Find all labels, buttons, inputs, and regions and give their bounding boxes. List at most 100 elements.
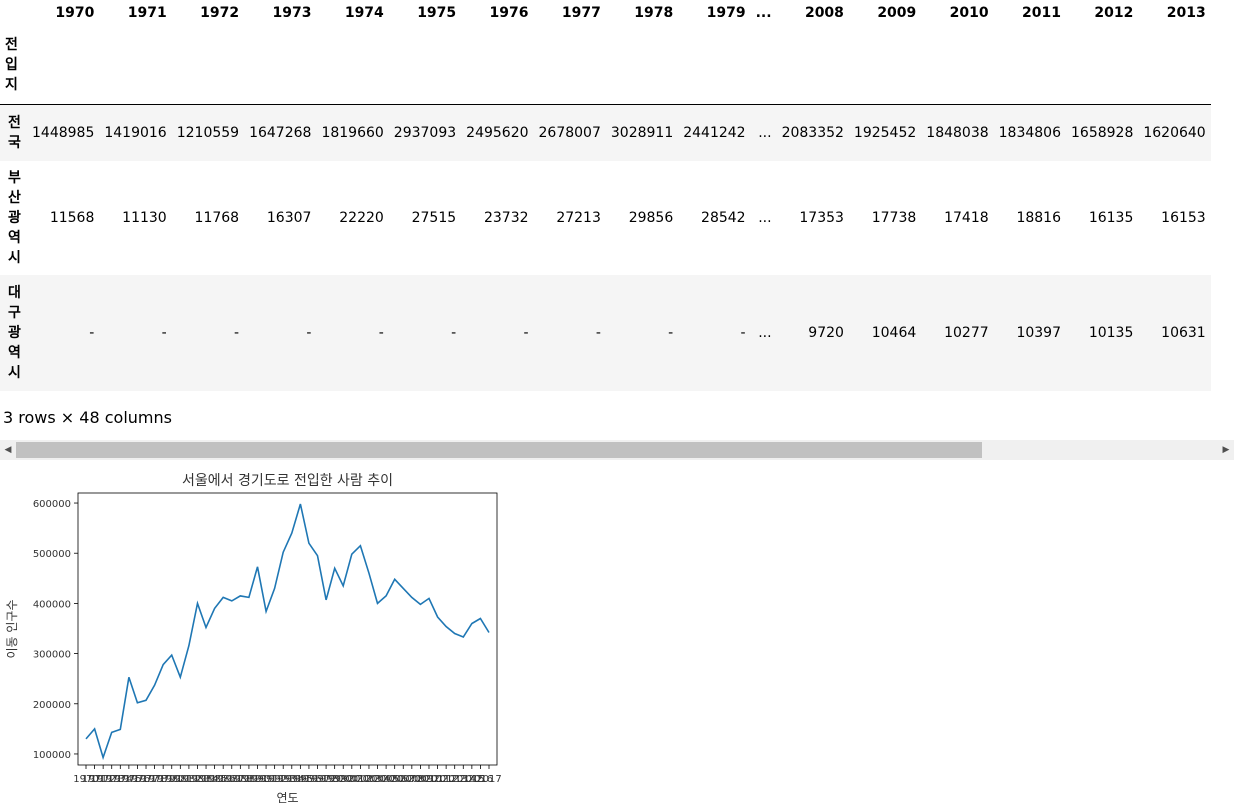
column-header: 2010 [949,5,989,21]
table-cell: 17738 [871,209,917,226]
table-cell: 17353 [799,209,844,226]
table-cell: 11768 [194,209,240,226]
table-cell: 10277 [944,324,989,341]
table-row: 대구광역시 - - - - - - - - - -... 9720 10464 10277 10397 101… [0,274,1211,391]
y-tick-label: 300000 [33,650,71,661]
table-cell: - [451,324,457,341]
index-name-row: 전입지 [0,26,1211,105]
column-header-row: 1970 1971 1972 1973 1974 1975 1976 1977 1978 1979… [0,0,1211,26]
column-header: 1970 [55,5,95,21]
table-cell: 27213 [556,209,601,226]
empty-header-cell [678,26,750,105]
table-cell: 16153 [1161,209,1206,226]
table-cell: - [668,324,674,341]
table-cell: 1419016 [104,124,167,141]
dataframe-shape-text: 3 rows × 48 columns [3,408,172,427]
plot-frame [77,492,498,766]
row-index-text: 전국 [8,114,21,151]
table-row: 부산광역시 11568 11130 11768 16307 22220 27515 23732… [0,160,1211,275]
empty-header-cell [777,26,849,105]
table-cell: 11568 [49,209,95,226]
table-cell: 1848038 [926,124,989,141]
index-name: 전입지 [5,37,18,93]
empty-header-cell [99,26,171,105]
empty-header-cell [1138,26,1210,105]
column-header: 1977 [561,5,601,21]
empty-header-cell [27,26,99,105]
table-cell: 2937093 [393,124,457,141]
table-cell: 23732 [483,209,529,226]
table-cell: 16307 [266,209,312,226]
y-axis-label: 이동 인구수 [5,599,19,658]
table-cell: - [306,324,312,341]
chart-title: 서울에서 경기도로 전입한 사람 추이 [182,473,393,489]
table-cell: 18816 [1016,209,1061,226]
column-header: 2009 [877,5,917,21]
column-header: 1976 [489,5,529,21]
column-header: ... [755,5,772,21]
table-cell: 1448985 [32,124,95,141]
table-cell: - [161,324,167,341]
table-cell: 16135 [1088,209,1134,226]
scrollbar-thumb[interactable] [16,442,982,458]
row-index-text: 대구광역시 [8,284,21,381]
row-index-label: 전국 [0,105,27,161]
dataframe-table: 1970 1971 1972 1973 1974 1975 1976 1977 1978 1979… [0,0,1211,391]
empty-header-cell [172,26,244,105]
table-cell: - [740,324,746,341]
scroll-left-icon[interactable]: ◀ [0,440,16,460]
table-cell: 17418 [944,209,989,226]
row-index-label: 대구광역시 [0,275,27,391]
horizontal-scrollbar[interactable]: ◀ ▶ [0,440,1234,460]
row-index-text: 부산광역시 [8,169,21,266]
empty-header-cell [461,26,533,105]
table-cell: 3028911 [610,124,674,141]
dataframe-table-container: 1970 1971 1972 1973 1974 1975 1976 1977 1978 1979… [0,0,1234,392]
table-cell: - [523,324,529,341]
empty-header-cell [534,26,606,105]
table-cell: 1210559 [176,124,240,141]
empty-header-cell [316,26,388,105]
column-header: 1974 [344,5,384,21]
table-row: 전국 1448985 1419016 1210559 1647268 1819660 293… [0,104,1211,161]
table-cell: 29856 [628,209,674,226]
empty-header-cell [751,26,777,105]
column-header: 1973 [272,5,312,21]
y-tick-label: 500000 [33,549,71,560]
empty-header-cell [606,26,678,105]
y-tick-label: 100000 [33,750,71,761]
table-cell: 1620640 [1143,124,1206,141]
table-cell: ... [758,124,772,141]
y-tick-label: 200000 [33,700,71,711]
table-cell: 2441242 [683,124,746,141]
index-name-header: 전입지 [0,26,27,105]
table-cell: 9720 [808,324,844,341]
row-index-label: 부산광역시 [0,161,27,275]
table-cell: 10464 [871,324,917,341]
table-cell: 10397 [1016,324,1061,341]
table-cell: 1658928 [1071,124,1134,141]
table-cell: 11130 [122,209,167,226]
y-tick-label: 600000 [33,499,71,510]
y-tick-label: 400000 [33,599,71,610]
empty-header-cell [849,26,921,105]
table-cell: 27515 [411,209,457,226]
table-cell: - [595,324,601,341]
x-tick-label: 2017 [476,774,501,785]
table-cell: 1834806 [998,124,1061,141]
column-header: 1979 [706,5,746,21]
column-header: 2013 [1166,5,1206,21]
table-cell: 10135 [1088,324,1134,341]
empty-header-cell [389,26,461,105]
table-cell: ... [758,209,772,226]
table-cell: - [378,324,384,341]
table-cell: 1819660 [321,124,384,141]
scroll-right-icon[interactable]: ▶ [1218,440,1234,460]
table-cell: 1647268 [249,124,312,141]
column-header: 2008 [804,5,844,21]
table-cell: 28542 [701,209,746,226]
column-header: 1978 [634,5,674,21]
column-header: 2012 [1094,5,1134,21]
table-cell: - [89,324,95,341]
table-cell: 10631 [1161,324,1206,341]
